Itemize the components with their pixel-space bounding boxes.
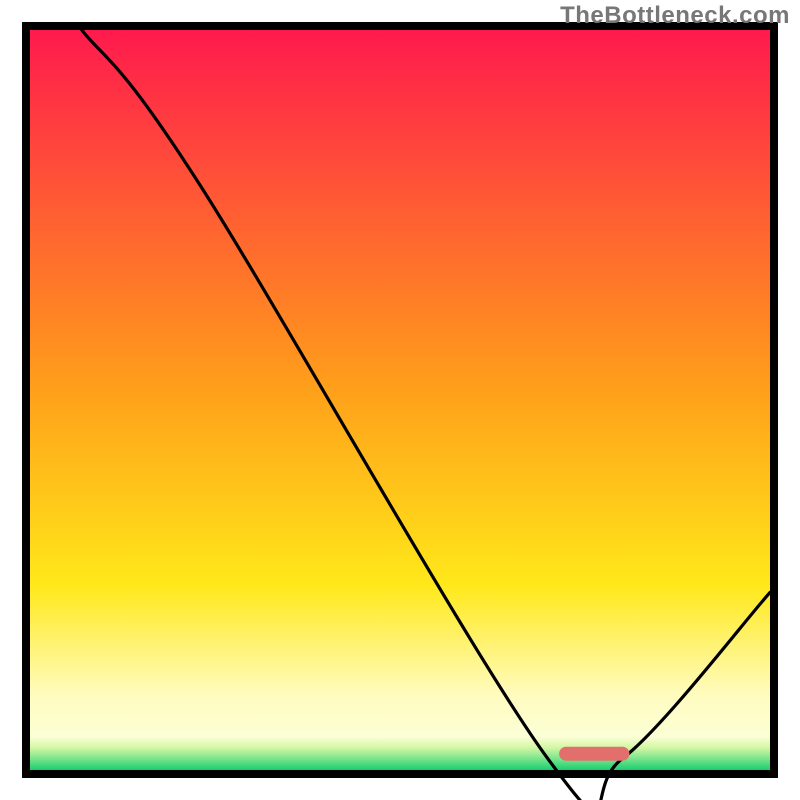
- optimal-marker: [559, 747, 629, 761]
- bottleneck-chart: [0, 0, 800, 800]
- plot-background: [30, 30, 770, 770]
- watermark-text: TheBottleneck.com: [560, 2, 790, 30]
